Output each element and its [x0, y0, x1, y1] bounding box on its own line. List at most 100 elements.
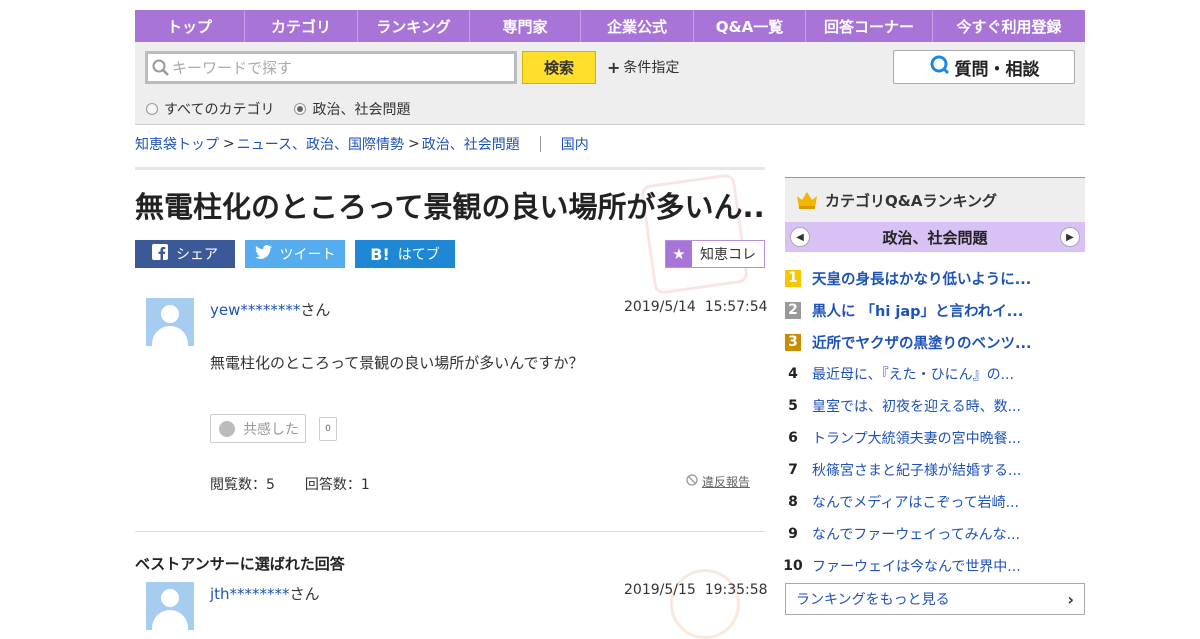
best-answer-heading: ベストアンサーに選ばれた回答 [135, 555, 345, 573]
nav-register[interactable]: 今すぐ利用登録 [933, 10, 1085, 42]
question-body: 無電柱化のところって景観の良い場所が多いんですか？ [210, 354, 584, 372]
ranking-item[interactable]: 1 天皇の身長はかなり低いように... [785, 262, 1085, 294]
radio-all-categories[interactable]: すべてのカテゴリ [146, 99, 274, 119]
ranking-question-link[interactable]: ファーウェイは今なんで世界中... [812, 556, 1021, 576]
question-date: 2019/5/14 15:57:54 [624, 299, 768, 315]
nav-category[interactable]: カテゴリ [245, 10, 358, 42]
rank-number: 6 [788, 430, 798, 446]
ranking-item[interactable]: 9 なんでファーウェイってみんな... [785, 518, 1085, 550]
nav-qa-list[interactable]: Q&A一覧 [694, 10, 806, 42]
view-count: 閲覧数：5 [210, 477, 275, 493]
rank-number: 1 [785, 269, 801, 287]
star-icon: ★ [666, 241, 692, 267]
ranking-question-link[interactable]: 天皇の身長はかなり低いように... [812, 268, 1031, 289]
condition-label: 条件指定 [623, 60, 680, 76]
more-ranking-link[interactable]: ランキングをもっと見る › [785, 583, 1085, 615]
answer-date: 2019/5/15 19:35:58 [624, 582, 768, 598]
ranking-question-link[interactable]: 近所でヤクザの黒塗りのベンツ... [812, 332, 1032, 353]
empathy-button[interactable]: 共感した [210, 414, 306, 443]
chie-collection-button[interactable]: ★ 知恵コレ [665, 240, 765, 268]
next-arrow-icon[interactable]: ▶ [1060, 227, 1080, 247]
breadcrumb-politics[interactable]: 政治、社会問題 [422, 134, 520, 154]
radio-label: 政治、社会問題 [312, 102, 411, 118]
crown-icon [795, 190, 819, 210]
avatar[interactable] [146, 298, 194, 346]
ranking-question-link[interactable]: なんでファーウェイってみんな... [812, 524, 1020, 544]
avatar[interactable] [146, 582, 194, 630]
ranking-item[interactable]: 6 トランプ大統領夫妻の宮中晩餐... [785, 422, 1085, 454]
user-name-link[interactable]: yew******** [210, 301, 300, 319]
plus-icon: + [607, 57, 621, 77]
report-label: 違反報告 [702, 475, 751, 489]
share-facebook-button[interactable]: シェア [135, 240, 235, 268]
nav-top[interactable]: トップ [135, 10, 245, 42]
ask-question-button[interactable]: 質問・相談 [893, 50, 1075, 84]
ranking-item[interactable]: 3 近所でヤクザの黒塗りのベンツ... [785, 326, 1085, 358]
nav-experts[interactable]: 専門家 [470, 10, 581, 42]
answer-count: 回答数：1 [304, 477, 370, 493]
ranking-question-link[interactable]: なんでメディアはこぞって岩崎... [812, 492, 1019, 512]
ranking-question-link[interactable]: 最近母に、『えた・ひにん』の... [812, 364, 1014, 384]
search-box[interactable] [145, 51, 517, 84]
radio-current-category[interactable]: 政治、社会問題 [294, 99, 410, 119]
search-area: 検索 + 条件指定 質問・相談 すべてのカテゴリ 政治、社会問題 [135, 42, 1085, 125]
collect-label: 知恵コレ [700, 247, 756, 263]
ranking-item[interactable]: 10 ファーウェイは今なんで世界中... [783, 550, 1085, 582]
rank-number: 3 [785, 333, 801, 351]
empathy-count: 0 [319, 417, 337, 441]
report-link[interactable]: 違反報告 [686, 473, 750, 490]
smile-icon [219, 420, 235, 437]
hatena-icon: B! [370, 244, 390, 264]
search-icon [152, 59, 170, 81]
ranking-item[interactable]: 2 黒人に 「hi jap」と言われイ... [785, 294, 1085, 326]
facebook-icon [152, 244, 168, 264]
breadcrumb-top[interactable]: 知恵袋トップ [135, 134, 219, 154]
question-title: 無電柱化のところって景観の良い場所が多いん... [135, 190, 765, 224]
ranking-category-bar: ◀ 政治、社会問題 ▶ [785, 222, 1085, 252]
chevron-right-icon: › [1067, 590, 1074, 609]
empathy-label: 共感した [243, 421, 299, 438]
radio-label: すべてのカテゴリ [164, 102, 275, 118]
breadcrumb: 知恵袋トップ > ニュース、政治、国際情勢 > 政治、社会問題 国内 [135, 134, 589, 154]
search-button[interactable]: 検索 [522, 51, 596, 84]
ranking-item[interactable]: 5 皇室では、初夜を迎える時、数... [785, 390, 1085, 422]
divider [135, 167, 765, 170]
ranking-item[interactable]: 7 秋篠宮さまと紀子様が結婚する... [785, 454, 1085, 486]
condition-link[interactable]: + 条件指定 [607, 57, 679, 77]
share-hatena-button[interactable]: B! はてブ [355, 240, 455, 268]
radio-dot [146, 103, 158, 115]
prev-arrow-icon[interactable]: ◀ [790, 227, 810, 247]
rank-number: 7 [788, 462, 798, 478]
breadcrumb-divider [539, 136, 541, 152]
rank-number: 10 [783, 558, 803, 574]
ranking-title: カテゴリQ&Aランキング [825, 191, 997, 210]
ranking-item[interactable]: 4 最近母に、『えた・ひにん』の... [785, 358, 1085, 390]
ranking-question-link[interactable]: トランプ大統領夫妻の宮中晩餐... [812, 428, 1021, 448]
ranking-question-link[interactable]: 秋篠宮さまと紀子様が結婚する... [812, 460, 1021, 480]
more-label: ランキングをもっと見る [796, 592, 950, 608]
section-divider [135, 531, 765, 532]
radio-dot-selected [294, 103, 307, 115]
share-label: ツイート [279, 247, 336, 263]
breadcrumb-news[interactable]: ニュース、政治、国際情勢 [237, 134, 404, 154]
ranking-item[interactable]: 8 なんでメディアはこぞって岩崎... [785, 486, 1085, 518]
rank-number: 2 [785, 301, 801, 319]
breadcrumb-domestic[interactable]: 国内 [561, 134, 589, 154]
rank-number: 4 [788, 366, 798, 382]
search-input[interactable] [172, 56, 512, 80]
twitter-icon [254, 245, 272, 263]
question-user: yew********さん [210, 301, 331, 319]
rank-number: 8 [788, 494, 798, 510]
prohibited-icon [686, 474, 698, 489]
nav-ranking[interactable]: ランキング [358, 10, 470, 42]
rank-number: 9 [788, 526, 798, 542]
share-twitter-button[interactable]: ツイート [245, 240, 345, 268]
rank-number: 5 [788, 398, 798, 414]
best-answer-stamp [670, 569, 740, 639]
nav-official[interactable]: 企業公式 [581, 10, 694, 42]
question-stats: 閲覧数：5 回答数：1 [210, 474, 370, 494]
ranking-question-link[interactable]: 皇室では、初夜を迎える時、数... [812, 396, 1021, 416]
user-name-link[interactable]: jth******** [210, 585, 290, 603]
ranking-question-link[interactable]: 黒人に 「hi jap」と言われイ... [812, 300, 1023, 321]
nav-answer-corner[interactable]: 回答コーナー [806, 10, 933, 42]
